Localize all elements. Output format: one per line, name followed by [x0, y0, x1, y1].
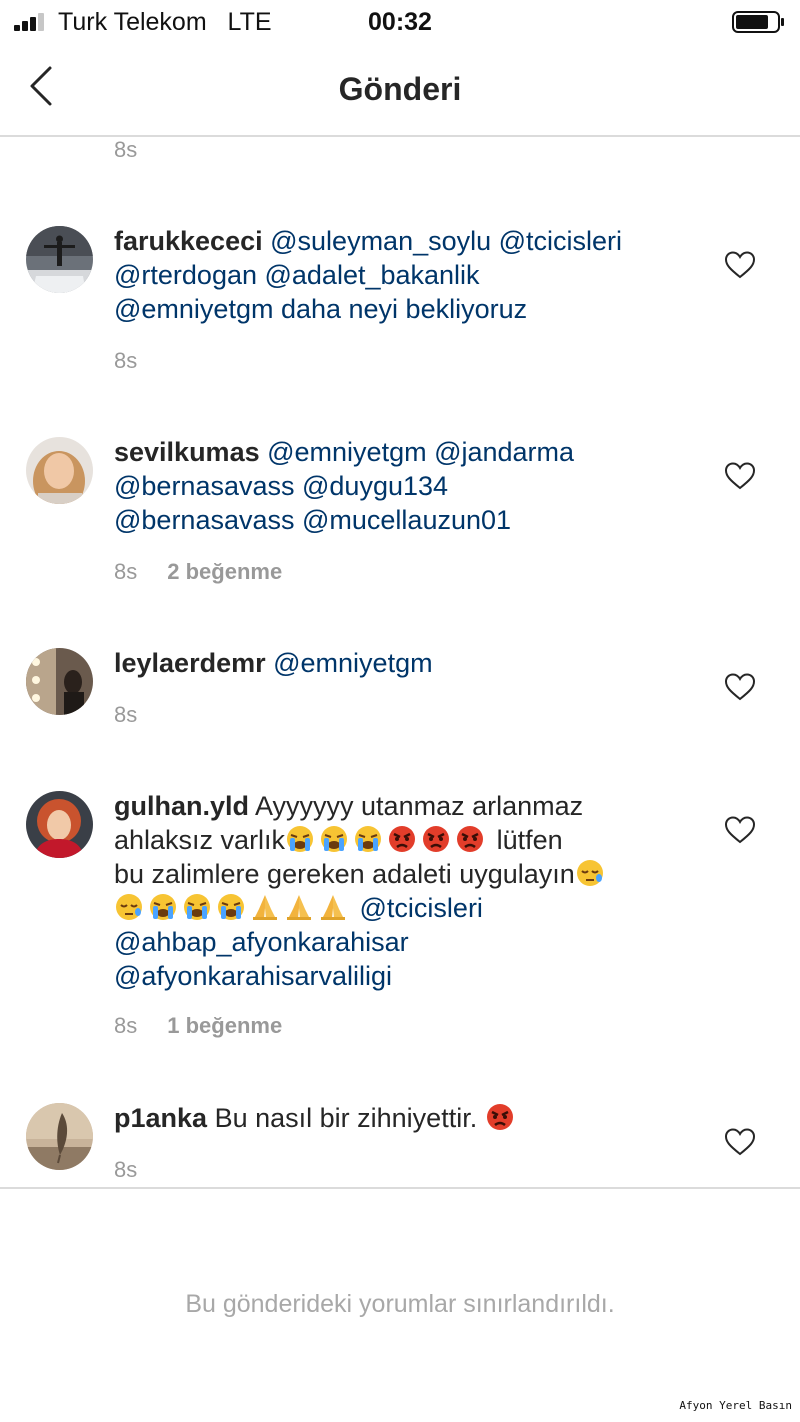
comment-body-text: lütfen: [496, 825, 563, 855]
comment-meta: 8s: [114, 702, 137, 728]
avatar[interactable]: [26, 226, 93, 293]
comment-body-text: ahlaksız varlık: [114, 825, 286, 855]
comment-time: 8s: [114, 559, 138, 584]
avatar[interactable]: [26, 791, 93, 858]
folded-hands-icon: [284, 893, 318, 923]
status-bar: Turk Telekom LTE 00:32: [0, 0, 800, 44]
comment-body-text: Ayyyyyy utanmaz arlanmaz: [255, 791, 584, 821]
crying-face-icon: [319, 825, 353, 855]
like-heart-icon[interactable]: [724, 672, 756, 702]
crying-face-icon: [182, 893, 216, 923]
comment-meta: 8s: [114, 1157, 137, 1183]
username-link[interactable]: gulhan.yld: [114, 791, 249, 821]
angry-face-icon: [455, 825, 489, 855]
angry-face-icon: [387, 825, 421, 855]
comment-body-text: bu zalimlere gereken adaleti uygulayın: [114, 859, 575, 889]
like-heart-icon[interactable]: [724, 461, 756, 491]
crying-face-icon: [148, 893, 182, 923]
comments-restricted-notice: Bu gönderideki yorumlar sınırlandırıldı.: [185, 1290, 615, 1318]
avatar[interactable]: [26, 1103, 93, 1170]
sleepy-face-icon: [575, 859, 609, 889]
angry-face-icon: [421, 825, 455, 855]
page-title: Gönderi: [338, 71, 462, 107]
mention-link[interactable]: @rterdogan @adalet_bakanlik: [114, 260, 480, 290]
nav-bar: Gönderi: [0, 44, 800, 137]
mention-link[interactable]: @afyonkarahisarvaliligi: [114, 961, 392, 991]
divider: [0, 1187, 800, 1189]
comment-time: 8s: [114, 1013, 138, 1038]
watermark: Afyon Yerel Basın: [679, 1399, 792, 1412]
crying-face-icon: [353, 825, 387, 855]
sleepy-face-icon: [114, 893, 148, 923]
likes-count[interactable]: 1 beğenme: [167, 1013, 282, 1038]
comment-meta: 8s 1 beğenme: [114, 1013, 282, 1039]
mention-link[interactable]: @bernasavass @duygu134: [114, 471, 448, 501]
angry-face-icon: [485, 1103, 519, 1133]
crying-face-icon: [285, 825, 319, 855]
comment-body-text: Bu nasıl bir zihniyettir.: [214, 1103, 478, 1133]
username-link[interactable]: sevilkumas: [114, 437, 260, 467]
mention-link[interactable]: @bernasavass @mucellauzun01: [114, 505, 511, 535]
comment-meta: 8s 2 beğenme: [114, 559, 282, 585]
folded-hands-icon: [318, 893, 352, 923]
like-heart-icon[interactable]: [724, 815, 756, 845]
mention-link[interactable]: @ahbap_afyonkarahisar: [114, 927, 409, 957]
mention-link[interactable]: @suleyman_soylu @tcicisleri: [270, 226, 622, 256]
likes-count[interactable]: 2 beğenme: [167, 559, 282, 584]
like-heart-icon[interactable]: [724, 250, 756, 280]
username-link[interactable]: p1anka: [114, 1103, 207, 1133]
battery-icon: [732, 11, 784, 33]
like-heart-icon[interactable]: [724, 1127, 756, 1157]
folded-hands-icon: [250, 893, 284, 923]
comment-time: 8s: [114, 137, 138, 162]
username-link[interactable]: farukkececi: [114, 226, 263, 256]
comment-line[interactable]: @emniyetgm daha neyi bekliyoruz: [114, 294, 527, 324]
crying-face-icon: [216, 893, 250, 923]
mention-link[interactable]: @emniyetgm: [273, 648, 432, 678]
comment-time: 8s: [114, 1157, 138, 1182]
avatar[interactable]: [26, 648, 93, 715]
comment-meta: 8s: [114, 348, 137, 374]
comment-time: 8s: [114, 702, 138, 727]
status-time: 00:32: [368, 8, 432, 36]
username-link[interactable]: leylaerdemr: [114, 648, 266, 678]
comment-time: 8s: [114, 348, 138, 373]
mention-link[interactable]: @emniyetgm @jandarma: [267, 437, 574, 467]
mention-link[interactable]: @tcicisleri: [360, 893, 483, 923]
avatar[interactable]: [26, 437, 93, 504]
